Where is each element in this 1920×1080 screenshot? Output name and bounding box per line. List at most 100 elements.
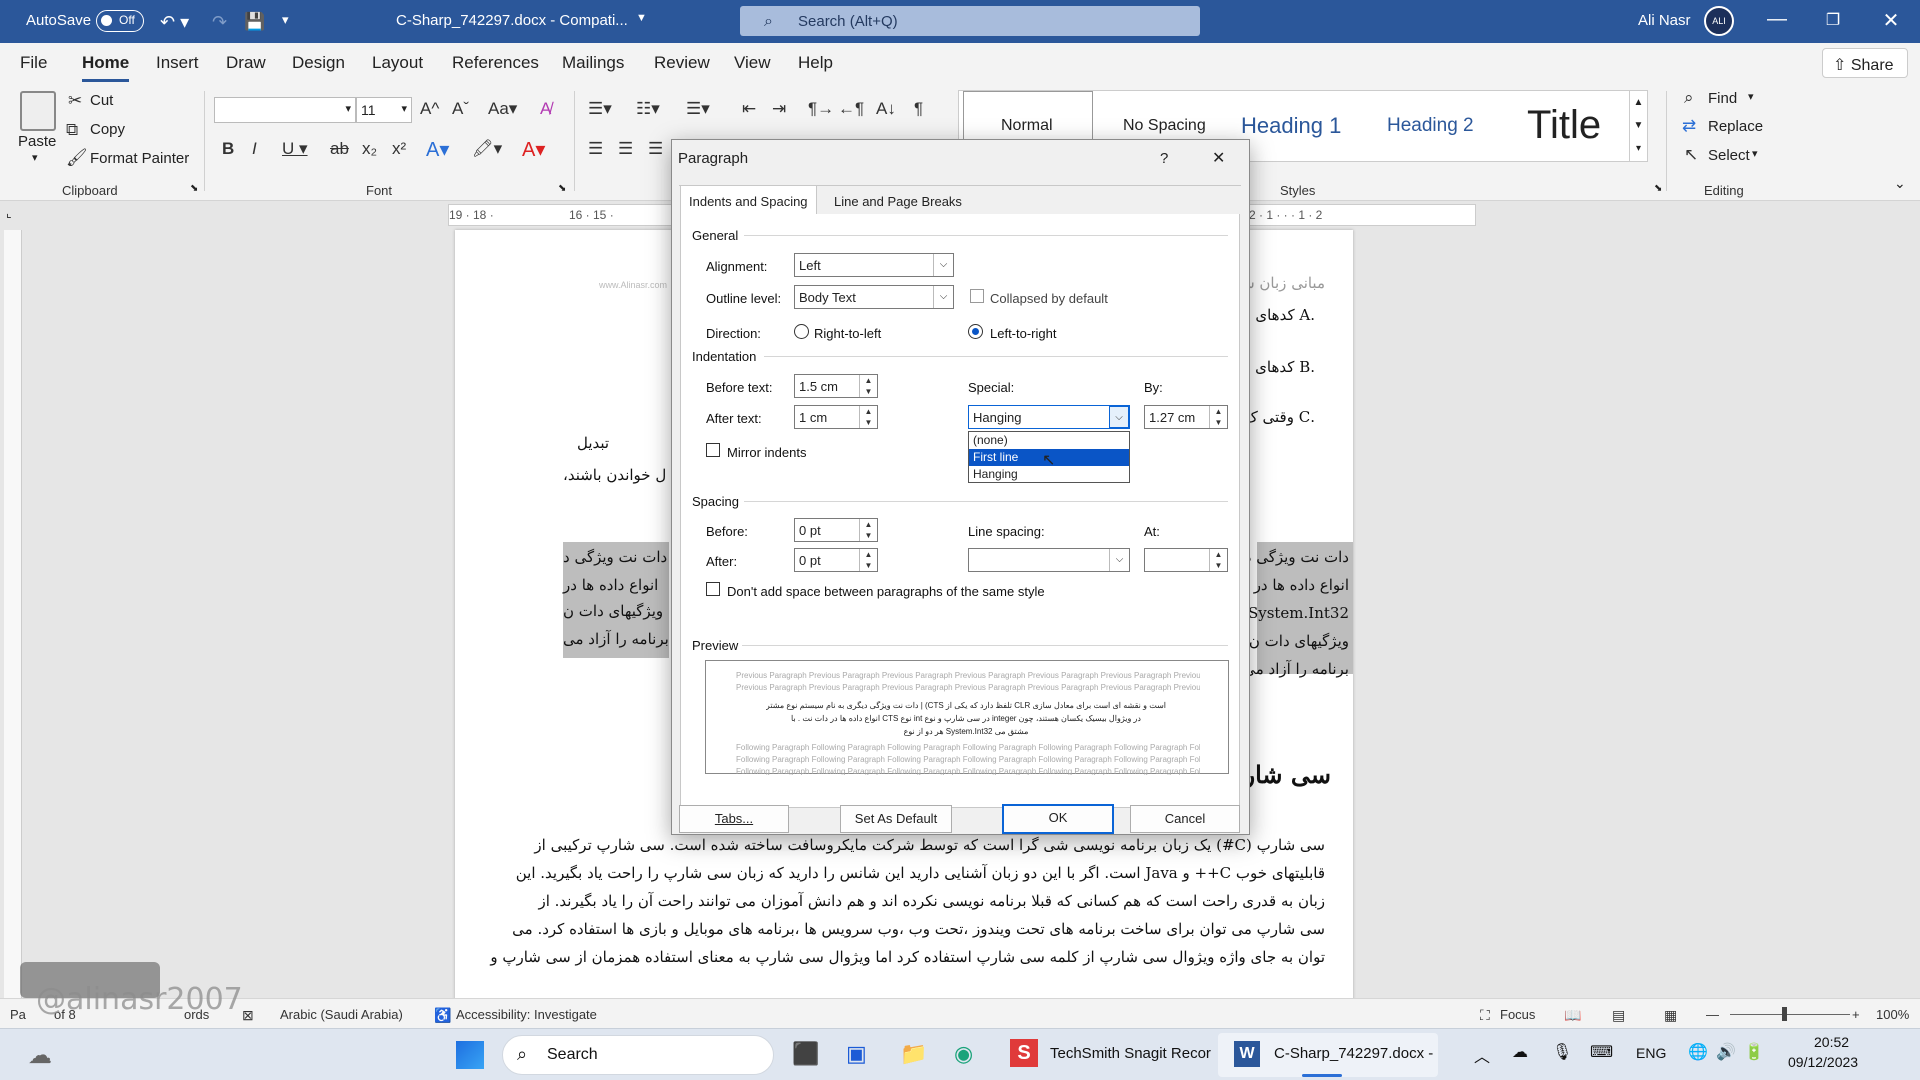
tab-review[interactable]: Review: [654, 53, 710, 73]
clock-time[interactable]: 20:52: [1814, 1034, 1849, 1050]
customize-toolbar-icon[interactable]: ▾: [282, 12, 289, 28]
volume-icon[interactable]: 🔊: [1716, 1042, 1736, 1062]
style-heading-1[interactable]: Heading 1: [1241, 113, 1341, 139]
globe-icon[interactable]: 🌐: [1688, 1042, 1708, 1062]
tab-references[interactable]: References: [452, 53, 539, 73]
collapsed-checkbox[interactable]: [970, 289, 984, 303]
language[interactable]: Arabic (Saudi Arabia): [280, 1007, 403, 1022]
cloud-icon[interactable]: ☁: [1512, 1042, 1528, 1062]
rtl-radio[interactable]: [794, 324, 809, 339]
before-text-input[interactable]: 1.5 cm ▲ ▼: [794, 374, 878, 398]
accessibility-status[interactable]: Accessibility: Investigate: [456, 1007, 597, 1022]
align-center-icon[interactable]: ☰: [618, 139, 633, 159]
spacing-before-input[interactable]: 0 pt ▲ ▼: [794, 518, 878, 542]
increase-indent-icon[interactable]: ⇥: [772, 99, 786, 119]
by-input[interactable]: 1.27 cm ▲ ▼: [1144, 405, 1228, 429]
tab-view[interactable]: View: [734, 53, 771, 73]
tab-line-page-breaks[interactable]: Line and Page Breaks: [826, 186, 970, 217]
save-icon[interactable]: 💾: [244, 12, 265, 32]
copy-button[interactable]: Copy: [90, 121, 125, 138]
store-icon[interactable]: ▣: [846, 1041, 867, 1067]
sort-icon[interactable]: A↓: [876, 99, 896, 119]
chevron-up-icon[interactable]: ︿: [1474, 1043, 1490, 1067]
style-title[interactable]: Title: [1527, 103, 1601, 148]
snagit-icon[interactable]: S: [1010, 1039, 1038, 1067]
show-formatting-icon[interactable]: ¶: [914, 99, 923, 119]
change-case-icon[interactable]: Aa▾: [488, 99, 517, 119]
italic-icon[interactable]: I: [252, 139, 257, 159]
share-button[interactable]: ⇧ Share: [1822, 48, 1908, 78]
page-count[interactable]: Pa: [10, 1007, 26, 1022]
highlight-icon[interactable]: 🖍▾: [472, 139, 502, 159]
shrink-font-icon[interactable]: Aˇ: [452, 99, 469, 119]
keyboard-icon[interactable]: ⌨: [1590, 1042, 1613, 1062]
text-effects-icon[interactable]: A▾: [426, 137, 449, 162]
clear-formatting-icon[interactable]: A̸: [540, 99, 551, 119]
dialog-launcher-icon[interactable]: ⬊: [1654, 183, 1662, 194]
task-view-icon[interactable]: ⬛: [792, 1041, 819, 1067]
decrease-indent-icon[interactable]: ⇤: [742, 99, 756, 119]
tab-layout[interactable]: Layout: [372, 53, 423, 73]
find-button[interactable]: Find: [1708, 90, 1737, 107]
ok-button[interactable]: OK: [1002, 804, 1114, 834]
close-icon[interactable]: ✕: [1212, 148, 1225, 168]
tabs-button[interactable]: Tabs...: [679, 805, 789, 833]
cut-button[interactable]: Cut: [90, 92, 113, 109]
vertical-ruler[interactable]: [4, 230, 22, 1000]
microphone-icon[interactable]: 🎙: [1552, 1042, 1572, 1062]
font-color-icon[interactable]: A▾: [522, 137, 545, 162]
help-button[interactable]: ?: [1160, 150, 1168, 167]
web-layout-icon[interactable]: ▦: [1664, 1007, 1677, 1024]
numbering-icon[interactable]: ☷▾: [636, 99, 660, 119]
undo-icon[interactable]: ↶ ▾: [160, 12, 189, 33]
chevron-down-icon[interactable]: ▾: [1752, 147, 1758, 160]
chevron-down-icon[interactable]: ▾: [1748, 90, 1754, 103]
font-name-input[interactable]: ▾: [214, 97, 356, 123]
widgets-icon[interactable]: ☁: [28, 1041, 52, 1070]
tab-file[interactable]: File: [20, 53, 47, 73]
windows-start-icon[interactable]: [456, 1041, 484, 1069]
tab-insert[interactable]: Insert: [156, 53, 199, 73]
align-left-icon[interactable]: ☰: [588, 139, 603, 159]
zoom-slider[interactable]: [1730, 1014, 1850, 1015]
ltr-radio[interactable]: [968, 324, 983, 339]
style-heading-2[interactable]: Heading 2: [1387, 115, 1474, 137]
rtl-icon[interactable]: ←¶: [838, 99, 864, 119]
avatar[interactable]: ALI: [1704, 6, 1734, 36]
taskbar-search[interactable]: ⌕ Search: [502, 1035, 774, 1075]
user-name[interactable]: Ali Nasr: [1638, 12, 1691, 29]
zoom-in-icon[interactable]: +: [1852, 1007, 1860, 1022]
tab-help[interactable]: Help: [798, 53, 833, 73]
restore-icon[interactable]: ❐: [1818, 10, 1848, 30]
mirror-indents-checkbox[interactable]: [706, 443, 720, 457]
dont-add-space-checkbox[interactable]: [706, 582, 720, 596]
autosave-toggle[interactable]: Off: [96, 10, 144, 32]
input-language[interactable]: ENG: [1636, 1045, 1666, 1061]
file-explorer-icon[interactable]: 📁: [900, 1041, 927, 1067]
align-right-icon[interactable]: ☰: [648, 139, 663, 159]
zoom-level[interactable]: 100%: [1876, 1007, 1909, 1022]
dialog-launcher-icon[interactable]: ⬊: [190, 183, 198, 194]
special-select[interactable]: Hanging ⌵: [968, 405, 1130, 429]
replace-button[interactable]: Replace: [1708, 118, 1763, 135]
superscript-icon[interactable]: x²: [392, 139, 406, 159]
option-none[interactable]: (none): [969, 432, 1129, 449]
after-text-input[interactable]: 1 cm ▲ ▼: [794, 405, 878, 429]
font-size-input[interactable]: 11 ▾: [356, 97, 412, 123]
tab-indents-spacing[interactable]: Indents and Spacing: [680, 185, 817, 217]
bold-icon[interactable]: B: [222, 139, 234, 159]
ltr-icon[interactable]: ¶→: [808, 99, 834, 119]
style-normal[interactable]: Normal: [1001, 117, 1053, 135]
format-painter-button[interactable]: Format Painter: [90, 150, 189, 167]
clock-date[interactable]: 09/12/2023: [1788, 1054, 1858, 1070]
style-no-spacing[interactable]: No Spacing: [1123, 117, 1206, 135]
select-button[interactable]: Select: [1708, 147, 1750, 164]
tab-design[interactable]: Design: [292, 53, 345, 73]
tab-selector-icon[interactable]: ⌞: [6, 206, 12, 220]
bullets-icon[interactable]: ☰▾: [588, 99, 612, 119]
cancel-button[interactable]: Cancel: [1130, 805, 1240, 833]
styles-scroll[interactable]: ▲ ▼ ▾: [1629, 91, 1647, 161]
document-title[interactable]: C-Sharp_742297.docx - Compati...: [396, 12, 628, 29]
tab-draw[interactable]: Draw: [226, 53, 266, 73]
proofing-icon[interactable]: ⊠: [242, 1007, 254, 1024]
